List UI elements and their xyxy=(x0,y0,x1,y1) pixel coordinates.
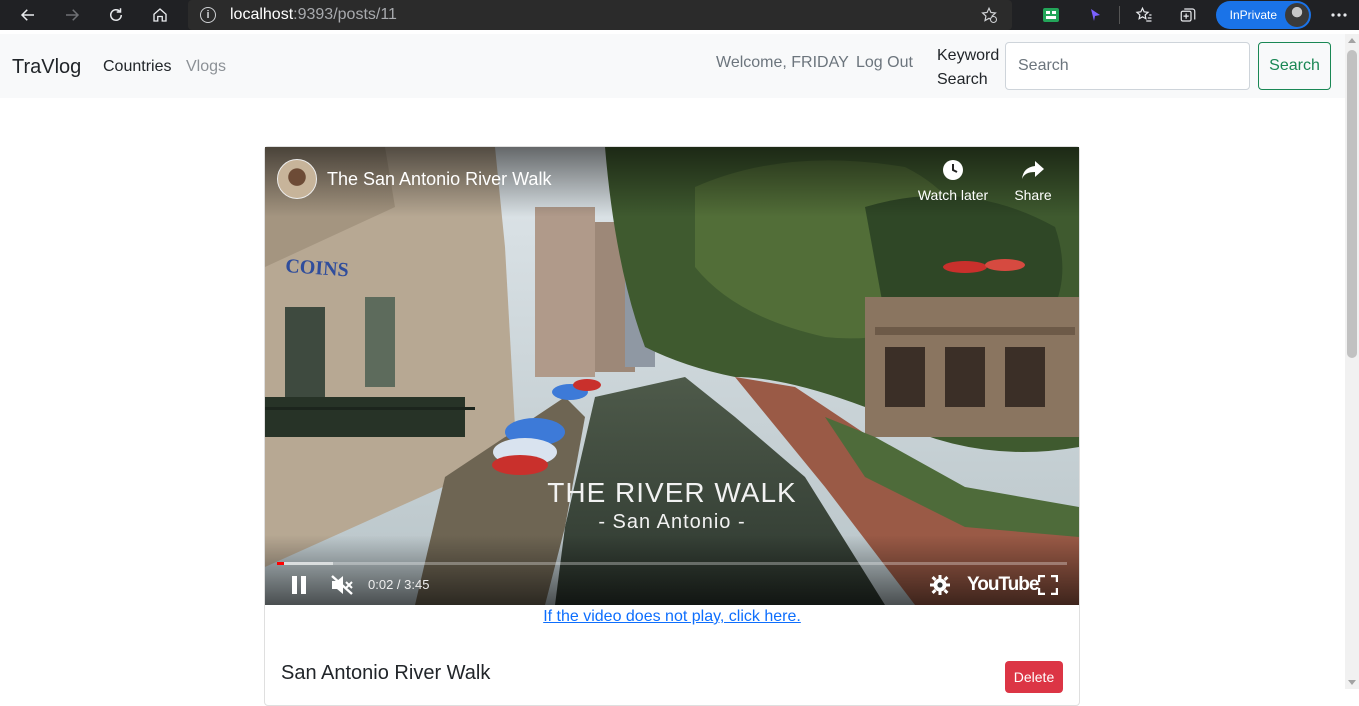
share-arrow-icon xyxy=(1022,161,1044,179)
scroll-thumb[interactable] xyxy=(1347,50,1357,358)
video-time-display: 0:02 / 3:45 xyxy=(368,577,430,592)
scroll-up-arrow-icon[interactable] xyxy=(1348,38,1356,43)
welcome-text: Welcome, FRIDAY xyxy=(716,54,849,71)
progress-played xyxy=(277,562,285,565)
add-favorite-icon[interactable] xyxy=(980,6,998,29)
mute-button[interactable] xyxy=(329,573,355,597)
fullscreen-icon xyxy=(1038,575,1058,595)
page-scrollbar[interactable] xyxy=(1345,34,1359,689)
collections-button[interactable] xyxy=(1166,0,1210,30)
extension-arrow-icon[interactable] xyxy=(1073,0,1117,30)
settings-button[interactable] xyxy=(929,573,951,597)
reload-button[interactable] xyxy=(94,0,138,30)
collections-icon xyxy=(1180,8,1195,22)
post-title: San Antonio River Walk xyxy=(281,662,491,684)
search-input[interactable] xyxy=(1005,42,1250,90)
video-fallback-link[interactable]: If the video does not play, click here. xyxy=(265,608,1079,626)
toolbar-extensions: InPrivate xyxy=(1029,0,1359,30)
share-button[interactable]: Share xyxy=(993,159,1073,203)
video-player[interactable]: COINS The San Antonio River Walk Watch l… xyxy=(265,147,1079,605)
watch-later-label: Watch later xyxy=(917,187,989,203)
browser-toolbar: i localhost:9393/posts/11 InPrivate xyxy=(0,0,1359,30)
channel-avatar[interactable] xyxy=(277,159,317,199)
back-button[interactable] xyxy=(6,0,50,30)
home-icon xyxy=(153,8,167,22)
progress-buffered xyxy=(277,562,334,565)
share-label: Share xyxy=(1014,187,1052,203)
extension-green-icon[interactable] xyxy=(1029,0,1073,30)
url-host: localhost xyxy=(230,6,294,23)
video-bottom-shade xyxy=(265,535,1079,605)
keyword-search-label: Keyword Search xyxy=(937,44,1007,92)
clock-icon xyxy=(943,160,963,180)
video-title[interactable]: The San Antonio River Walk xyxy=(327,169,551,190)
arrow-right-icon xyxy=(66,9,80,21)
scroll-down-arrow-icon[interactable] xyxy=(1348,680,1356,685)
keyword-label-line1: Keyword xyxy=(937,47,1000,64)
nav-link-vlogs[interactable]: Vlogs xyxy=(186,58,226,76)
muted-speaker-icon xyxy=(331,575,353,595)
logout-link[interactable]: Log Out xyxy=(856,54,913,72)
pause-button[interactable] xyxy=(287,573,311,597)
video-overlay-subtitle: - San Antonio - xyxy=(598,511,746,533)
site-info-icon[interactable]: i xyxy=(200,7,216,23)
favorites-icon xyxy=(1135,6,1152,22)
brand-logo[interactable]: TraVlog xyxy=(12,56,81,79)
favorites-button[interactable] xyxy=(1122,0,1166,30)
inprivate-badge[interactable]: InPrivate xyxy=(1215,1,1311,29)
gear-icon xyxy=(930,575,950,595)
reload-icon xyxy=(110,8,122,21)
search-button[interactable]: Search xyxy=(1258,42,1331,90)
forward-button[interactable] xyxy=(50,0,94,30)
arrow-left-icon xyxy=(20,9,34,21)
url-path: :9393/posts/11 xyxy=(293,6,397,23)
app-navbar: TraVlog Countries Vlogs Welcome, FRIDAY … xyxy=(0,34,1345,98)
youtube-logo[interactable]: YouTube xyxy=(967,574,1039,596)
watch-later-button[interactable]: Watch later xyxy=(913,159,993,203)
pause-icon xyxy=(292,576,306,594)
profile-avatar xyxy=(1285,3,1309,27)
settings-menu-button[interactable] xyxy=(1319,0,1359,30)
home-button[interactable] xyxy=(138,0,182,30)
fullscreen-button[interactable] xyxy=(1037,573,1059,597)
keyword-label-line2: Search xyxy=(937,71,988,88)
delete-button[interactable]: Delete xyxy=(1005,661,1063,693)
inprivate-label: InPrivate xyxy=(1229,8,1277,22)
nav-link-countries[interactable]: Countries xyxy=(103,58,171,76)
sign-coins-text: COINS xyxy=(285,255,350,281)
video-progress-bar[interactable] xyxy=(277,562,1067,565)
video-overlay-title: THE RIVER WALK xyxy=(547,477,797,508)
address-bar[interactable]: i localhost:9393/posts/11 xyxy=(188,0,1012,30)
toolbar-divider xyxy=(1118,6,1120,24)
more-dots-icon xyxy=(1331,13,1347,17)
